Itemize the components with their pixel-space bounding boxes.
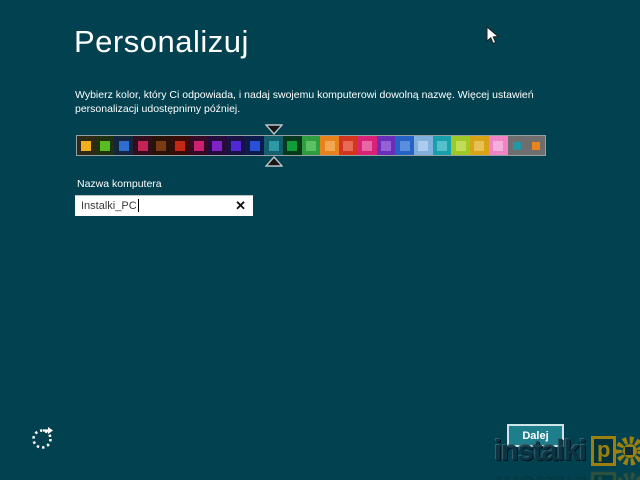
- slider-handle-up-icon[interactable]: [264, 156, 283, 167]
- color-swatch-inner: [287, 140, 298, 151]
- color-swatch[interactable]: [395, 136, 414, 155]
- clear-input-button[interactable]: ✕: [228, 195, 253, 216]
- slider-handle-down-icon[interactable]: [264, 124, 283, 135]
- color-swatch[interactable]: [114, 136, 134, 155]
- color-swatch[interactable]: [151, 136, 171, 155]
- color-swatch[interactable]: [282, 136, 302, 155]
- color-swatch-inner: [231, 140, 242, 151]
- color-swatch[interactable]: [507, 136, 527, 155]
- color-swatch[interactable]: [264, 136, 283, 155]
- gear-icon: [615, 436, 640, 466]
- color-swatch-inner: [193, 140, 204, 151]
- color-swatch-inner: [512, 141, 521, 150]
- color-swatch[interactable]: [432, 136, 452, 155]
- watermark-reflection: instalki p: [494, 470, 640, 480]
- color-swatch-inner: [212, 140, 223, 151]
- color-swatch-inner: [81, 140, 92, 151]
- gear-icon: [615, 472, 640, 480]
- color-swatch[interactable]: [413, 136, 433, 155]
- color-swatch[interactable]: [245, 136, 265, 155]
- color-swatch-inner: [249, 140, 260, 151]
- ease-of-access-button[interactable]: [30, 424, 56, 452]
- color-swatch-inner: [137, 140, 148, 151]
- text-caret: [137, 199, 139, 212]
- computer-name-value: Instalki_PC: [81, 199, 137, 212]
- color-swatch-inner: [268, 140, 279, 151]
- color-swatch-inner: [493, 140, 504, 151]
- color-swatch-inner: [343, 140, 354, 151]
- color-swatch-inner: [100, 140, 111, 151]
- next-button[interactable]: Dalej: [507, 424, 564, 447]
- color-swatch-inner: [531, 141, 540, 150]
- next-button-label: Dalej: [522, 429, 549, 442]
- color-swatch[interactable]: [451, 136, 471, 155]
- color-swatch[interactable]: [526, 136, 545, 155]
- color-swatch-inner: [399, 140, 410, 151]
- color-swatch[interactable]: [95, 136, 115, 155]
- color-swatch[interactable]: [357, 136, 377, 155]
- color-swatch-inner: [437, 140, 448, 151]
- color-swatch[interactable]: [320, 136, 340, 155]
- color-swatch[interactable]: [133, 136, 152, 155]
- color-swatch[interactable]: [77, 136, 96, 155]
- color-swatch[interactable]: [339, 136, 358, 155]
- color-swatch[interactable]: [226, 136, 246, 155]
- ease-of-access-icon: [32, 427, 53, 449]
- color-swatch-inner: [474, 140, 485, 151]
- color-swatch-inner: [324, 140, 335, 151]
- color-swatch[interactable]: [170, 136, 190, 155]
- intro-text: Wybierz kolor, który Ci odpowiada, i nad…: [75, 89, 534, 115]
- page-title: Personalizuj: [74, 24, 249, 59]
- color-swatch-inner: [156, 140, 167, 151]
- color-swatch-inner: [118, 140, 129, 151]
- color-swatch-inner: [380, 140, 391, 151]
- color-swatch-inner: [418, 140, 429, 151]
- mouse-cursor-icon: [486, 26, 500, 45]
- color-swatch[interactable]: [470, 136, 489, 155]
- color-swatch[interactable]: [208, 136, 227, 155]
- color-slider-strip[interactable]: [76, 135, 546, 156]
- color-swatch[interactable]: [376, 136, 396, 155]
- color-swatch[interactable]: [189, 136, 209, 155]
- color-swatch[interactable]: [488, 136, 508, 155]
- color-swatch-inner: [174, 140, 185, 151]
- color-swatch-inner: [305, 140, 316, 151]
- color-swatch-inner: [455, 140, 466, 151]
- computer-name-input[interactable]: Instalki_PC ✕: [75, 195, 253, 216]
- computer-name-label: Nazwa komputera: [77, 178, 162, 190]
- color-swatch[interactable]: [301, 136, 321, 155]
- watermark-logo-letter: p: [590, 436, 617, 466]
- personalize-screen: Personalizuj Wybierz kolor, który Ci odp…: [0, 0, 640, 480]
- color-swatch-inner: [362, 140, 373, 151]
